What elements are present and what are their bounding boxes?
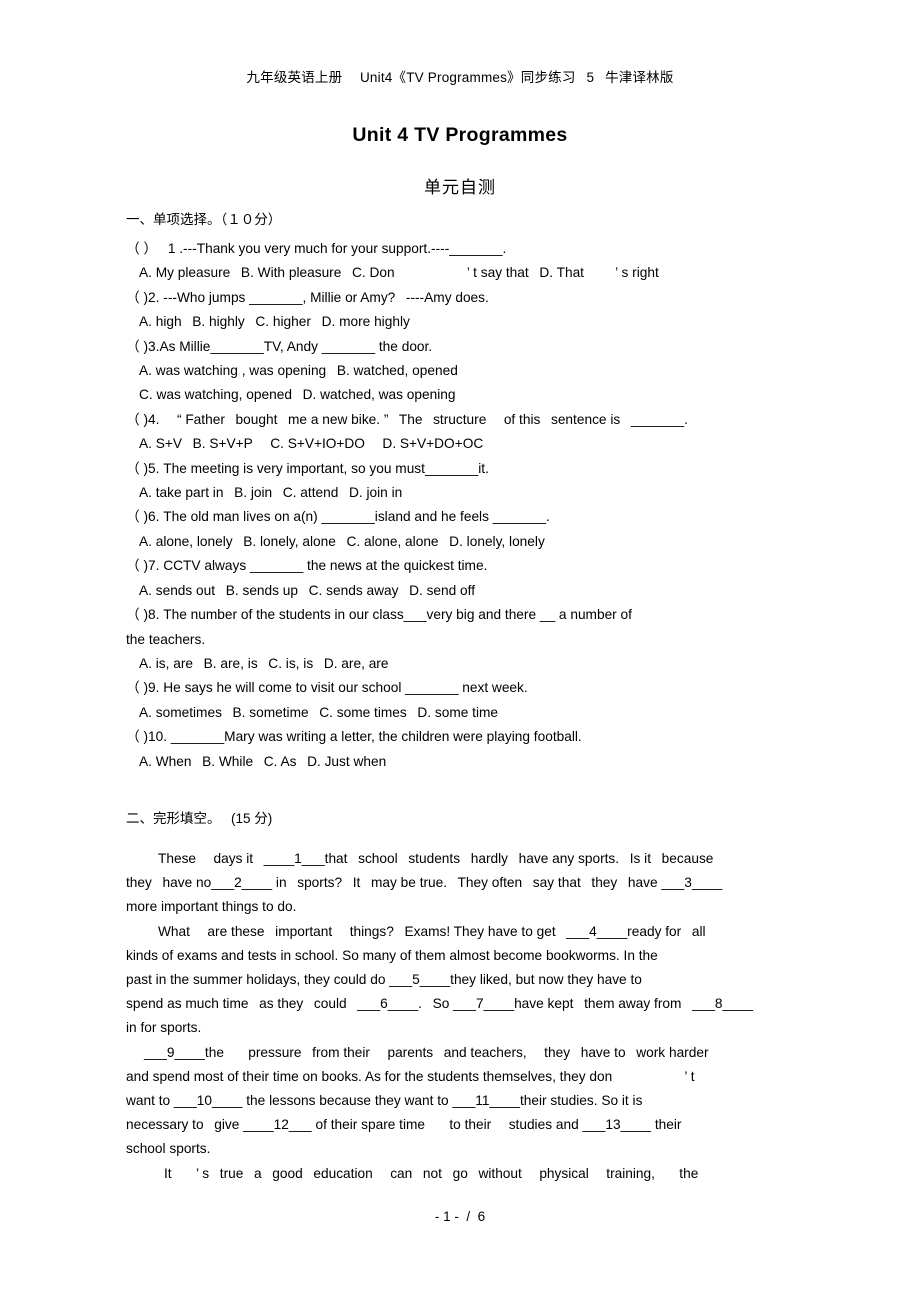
question-stem: （ )7. CCTV always _______ the news at th… (126, 558, 488, 574)
question-options: A. was watching , was opening B. watched… (139, 363, 458, 379)
question-options: A. When B. While C. As D. Just when (139, 753, 387, 769)
question-item: （ )7. CCTV always _______ the news at th… (126, 554, 794, 603)
question-stem: （ )4. “ Father bought me a new bike. ” T… (126, 411, 688, 427)
section-heading-cloze: 二、完形填空。 (15 分) (126, 810, 273, 826)
page-title: Unit 4 TV Programmes (352, 124, 568, 146)
question-item: （ )9. He says he will come to visit our … (126, 676, 794, 725)
cloze-paragraph: ___9____the pressure from their parents … (126, 1041, 794, 1162)
question-options: A. is, are B. are, is C. is, is D. are, … (139, 655, 389, 671)
question-options: A. high B. highly C. higher D. more high… (139, 314, 410, 330)
cloze-passage: These days it ____1___that school studen… (126, 847, 794, 1186)
question-stem: （ )6. The old man lives on a(n) _______i… (126, 509, 550, 525)
cloze-paragraph: It ’ s true a good education can not go … (126, 1162, 794, 1186)
question-list: （ ） 1 .---Thank you very much for your s… (126, 237, 794, 774)
question-options: A. sends out B. sends up C. sends away D… (139, 582, 476, 598)
cloze-paragraph: What are these important things? Exams! … (126, 920, 794, 1041)
question-stem: （ )8. The number of the students in our … (126, 607, 632, 623)
cloze-line: spend as much time as they could ___6___… (126, 996, 753, 1012)
question-stem: （ )9. He says he will come to visit our … (126, 680, 528, 696)
page-subtitle: 单元自测 (424, 178, 496, 197)
cloze-line: necessary to give ____12___ of their spa… (126, 1117, 682, 1133)
question-stem: （ )3.As Millie_______TV, Andy _______ th… (126, 338, 433, 354)
question-options-continued: C. was watching, opened D. watched, was … (139, 387, 456, 403)
question-stem: （ )10. _______Mary was writing a letter,… (126, 729, 582, 745)
page-number-footer: - 1 - / 6 (434, 1209, 486, 1224)
cloze-line: in for sports. (126, 1020, 202, 1036)
question-options: A. S+V B. S+V+P C. S+V+IO+DO D. S+V+DO+O… (139, 436, 484, 452)
question-item: （ ） 1 .---Thank you very much for your s… (126, 237, 794, 286)
running-header: 九年级英语上册 Unit4《TV Programmes》同步练习 5 牛津译林版 (246, 70, 674, 85)
question-item: （ )3.As Millie_______TV, Andy _______ th… (126, 335, 794, 408)
cloze-line: kinds of exams and tests in school. So m… (126, 947, 658, 963)
cloze-line: ___9____the pressure from their parents … (144, 1044, 709, 1060)
document-body: 一、单项选择。（１０分） （ ） 1 .---Thank you very mu… (126, 208, 794, 1186)
cloze-line: It ’ s true a good education can not go … (164, 1165, 699, 1181)
cloze-line: and spend most of their time on books. A… (126, 1068, 695, 1084)
document-page: 九年级英语上册 Unit4《TV Programmes》同步练习 5 牛津译林版… (0, 0, 920, 1303)
cloze-line: past in the summer holidays, they could … (126, 971, 642, 987)
cloze-line: What are these important things? Exams! … (158, 923, 706, 939)
cloze-line: they have no___2____ in sports? It may b… (126, 875, 723, 891)
question-item: （ )6. The old man lives on a(n) _______i… (126, 505, 794, 554)
question-item: （ )10. _______Mary was writing a letter,… (126, 725, 794, 774)
cloze-line: more important things to do. (126, 899, 297, 915)
cloze-line: want to ___10____ the lessons because th… (126, 1092, 643, 1108)
question-item: （ )2. ---Who jumps _______, Millie or Am… (126, 286, 794, 335)
question-options: A. sometimes B. sometime C. some times D… (139, 704, 498, 720)
cloze-line: These days it ____1___that school studen… (158, 850, 714, 866)
question-stem-continued: the teachers. (126, 631, 206, 647)
question-options: A. My pleasure B. With pleasure C. Don ’… (139, 265, 659, 281)
question-item: （ )4. “ Father bought me a new bike. ” T… (126, 408, 794, 457)
question-item: （ )8. The number of the students in our … (126, 603, 794, 676)
question-stem: （ ） 1 .---Thank you very much for your s… (126, 241, 507, 256)
cloze-line: school sports. (126, 1141, 211, 1157)
question-options: A. alone, lonely B. lonely, alone C. alo… (139, 533, 545, 549)
cloze-paragraph: These days it ____1___that school studen… (126, 847, 794, 920)
question-item: （ )5. The meeting is very important, so … (126, 457, 794, 506)
question-stem: （ )5. The meeting is very important, so … (126, 460, 489, 476)
question-options: A. take part in B. join C. attend D. joi… (139, 485, 403, 501)
section-heading-multiple-choice: 一、单项选择。（１０分） (126, 212, 282, 227)
question-stem: （ )2. ---Who jumps _______, Millie or Am… (126, 289, 489, 305)
